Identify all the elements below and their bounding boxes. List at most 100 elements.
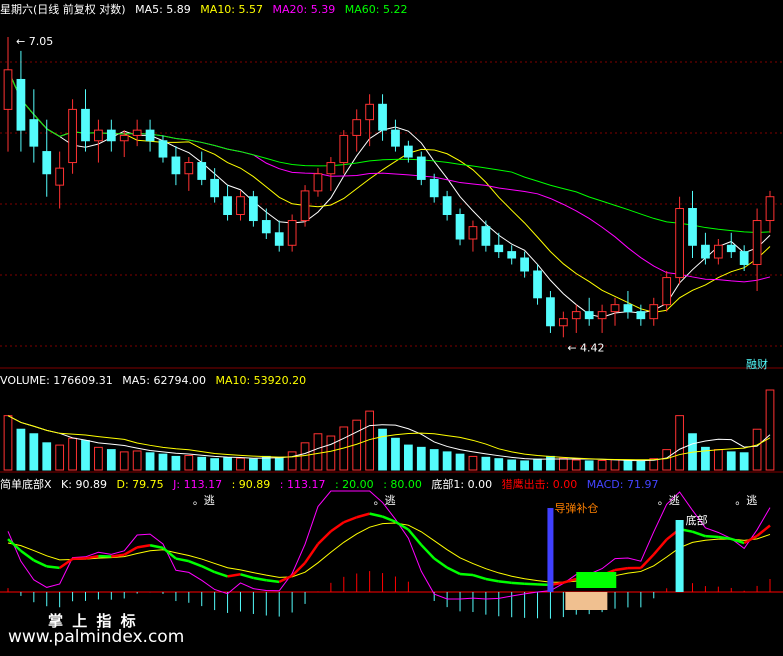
candle-body bbox=[68, 108, 77, 164]
candle-body bbox=[481, 226, 491, 246]
volume-bar bbox=[16, 428, 26, 471]
volume-bar bbox=[507, 459, 517, 471]
candle-body bbox=[416, 156, 426, 180]
volume-bar bbox=[662, 449, 672, 471]
volume-bar bbox=[610, 459, 620, 471]
chart-canvas: ← 7.05 ← 4.42 融财。逃 。逃 。逃 。逃底部 导弹补仓 bbox=[0, 0, 783, 656]
macd-readout: MACD: 71.97 bbox=[586, 478, 659, 491]
candle-body bbox=[429, 178, 439, 198]
volume-bar bbox=[584, 460, 594, 471]
vol-ma10-readout: MA10: 53920.20 bbox=[215, 374, 307, 387]
candle-body bbox=[558, 318, 568, 327]
candle-body bbox=[16, 78, 26, 131]
candle-body bbox=[520, 257, 529, 272]
escape-signal: 。逃 bbox=[193, 494, 215, 507]
candle-body bbox=[701, 244, 710, 259]
candle-body bbox=[468, 226, 478, 240]
ma10-readout: MA10: 5.57 bbox=[200, 3, 264, 16]
candle-body bbox=[261, 220, 271, 234]
volume-bar bbox=[55, 444, 65, 471]
volume-bar bbox=[326, 435, 336, 471]
k-line-segment bbox=[498, 580, 512, 585]
volume-bar bbox=[223, 457, 232, 471]
candle-body bbox=[210, 178, 220, 198]
k-line-segment bbox=[524, 582, 538, 586]
low-price-label: ← 4.42 bbox=[567, 341, 604, 354]
volume-bar bbox=[81, 440, 90, 471]
bottom-signal: 底部 bbox=[686, 513, 708, 527]
volume-bar bbox=[765, 389, 775, 471]
volume-bar bbox=[145, 452, 155, 471]
ma60-readout: MA60: 5.22 bbox=[344, 3, 408, 16]
candle-body bbox=[610, 304, 620, 313]
escape-signal: 。逃 bbox=[658, 494, 680, 507]
volume-bar bbox=[236, 457, 245, 471]
high-price-label: ← 7.05 bbox=[16, 35, 53, 48]
volume-bar bbox=[636, 460, 646, 471]
volume-bar bbox=[403, 444, 413, 471]
volume-bar bbox=[287, 451, 297, 471]
volume-bar bbox=[68, 437, 77, 471]
bottom-readout: 底部1: 0.00 bbox=[431, 478, 493, 491]
candle-body bbox=[55, 167, 65, 186]
volume-bar bbox=[119, 451, 129, 471]
ma5-readout: MA5: 5.89 bbox=[135, 3, 191, 16]
candle-body bbox=[171, 156, 181, 175]
volume-bar bbox=[546, 455, 555, 471]
volume-bar bbox=[378, 428, 387, 471]
volume-bar bbox=[274, 456, 284, 471]
candle-body bbox=[688, 208, 697, 246]
volume-readout: VOLUME: 176609.31 bbox=[0, 374, 113, 387]
k-readout: K: 90.89 bbox=[61, 478, 107, 491]
candle-body bbox=[636, 311, 646, 320]
volume-bar bbox=[429, 449, 439, 471]
candle-body bbox=[145, 129, 155, 142]
volume-bar bbox=[197, 456, 207, 471]
signal-block-green bbox=[576, 572, 617, 588]
volume-bar bbox=[726, 451, 736, 471]
candle-body bbox=[455, 214, 465, 240]
candle-body bbox=[623, 304, 633, 313]
volume-bar bbox=[623, 460, 633, 471]
stock-title: 星期六(日线 前复权 对数) bbox=[0, 3, 126, 16]
candle-body bbox=[249, 196, 258, 222]
volume-bar bbox=[455, 453, 465, 471]
candle-body bbox=[132, 129, 142, 136]
value2-readout: : 113.17 bbox=[279, 478, 326, 491]
k-line-segment bbox=[705, 534, 719, 539]
candle-body bbox=[184, 162, 194, 175]
candle-body bbox=[649, 304, 659, 320]
candle-body bbox=[42, 151, 52, 175]
k-line-segment bbox=[511, 581, 525, 586]
j-readout: J: 113.17 bbox=[173, 478, 223, 491]
vol-ma5-readout: MA5: 62794.00 bbox=[122, 374, 206, 387]
volume-bar bbox=[132, 450, 142, 471]
volume-header: VOLUME: 176609.31 MA5: 62794.00 MA10: 53… bbox=[0, 373, 312, 389]
volume-bar bbox=[558, 457, 568, 471]
d-readout: D: 79.75 bbox=[116, 478, 164, 491]
volume-bar bbox=[571, 459, 581, 471]
candle-body bbox=[765, 196, 775, 222]
signal-block-tan bbox=[565, 592, 608, 610]
volume-bar bbox=[520, 460, 529, 471]
volume-bar bbox=[184, 455, 194, 471]
escape-signal: 。逃 bbox=[374, 494, 396, 507]
corner-label: 融财 bbox=[746, 357, 768, 371]
volume-bar bbox=[29, 433, 39, 471]
signal-column-cyan bbox=[675, 520, 684, 592]
volume-bar bbox=[249, 458, 258, 471]
candle-body bbox=[3, 69, 13, 110]
escape-signal: 。逃 bbox=[735, 494, 757, 507]
candle-body bbox=[571, 311, 581, 320]
volume-bar bbox=[442, 451, 452, 471]
candle-body bbox=[494, 244, 504, 253]
candle-body bbox=[378, 103, 387, 131]
candle-body bbox=[339, 134, 349, 164]
candle-body bbox=[739, 251, 749, 265]
k-line-segment bbox=[46, 565, 60, 570]
candle-body bbox=[223, 196, 232, 216]
volume-bar bbox=[210, 458, 220, 471]
volume-bar bbox=[391, 437, 400, 471]
volume-bar bbox=[158, 453, 168, 471]
candle-body bbox=[391, 129, 400, 147]
